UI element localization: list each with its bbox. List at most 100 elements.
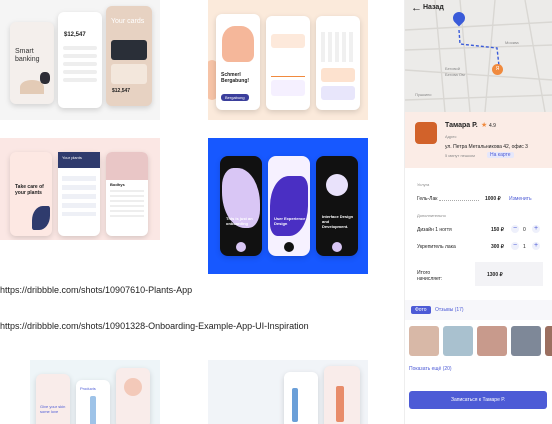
calendar-event-2 [321, 86, 355, 100]
book-button[interactable]: Записаться к Тамаре Р. [409, 391, 547, 409]
onboarding-art-2 [270, 176, 308, 236]
credit-card-light [111, 64, 147, 84]
decor-shape [40, 72, 50, 84]
phone-onboarding: Schmerl Bergabung! Bergabung [216, 14, 260, 110]
booking-panel: ← Назад Я Беговой Бегова Ом Москва Пушки… [404, 0, 552, 424]
address-text: ул. Петра Метальникова 42, офис 3 [445, 144, 528, 150]
link-onboarding-app[interactable]: https://dribbble.com/shots/10901328-Onbo… [0, 321, 309, 331]
service-section-label: Услуга [417, 182, 430, 187]
stats-chart [271, 56, 305, 77]
tab-photo[interactable]: Фото [411, 306, 431, 314]
photo-3[interactable] [477, 326, 507, 356]
phone-calendar [316, 16, 360, 110]
photo-2[interactable] [443, 326, 473, 356]
onboarding-next-3 [332, 242, 342, 252]
map-label-2: Бегова Ом [445, 72, 465, 77]
photo-4[interactable] [511, 326, 541, 356]
illustration-people [222, 26, 254, 62]
phone-your-cards: Your cards $12,547 [106, 6, 152, 106]
total-value: 1300 ₽ [487, 272, 503, 278]
phone-onboarding-2: User Experience Design [268, 156, 310, 256]
extras-section-label: Дополнительно [417, 213, 446, 218]
phone-smart-banking: Smart banking [10, 22, 54, 104]
tab-reviews[interactable]: Отзывы (17) [435, 307, 464, 313]
extra-plus-2[interactable]: + [532, 242, 540, 250]
shot-bergabung[interactable]: Schmerl Bergabung! Bergabung [208, 0, 368, 120]
phone-products-2 [324, 366, 360, 424]
extra-minus-1[interactable]: − [511, 225, 519, 233]
service-dots [439, 200, 479, 201]
onboarding-text-1: This is just an onboarding [226, 216, 253, 226]
plant-photo [106, 152, 148, 180]
products-heading: Products [80, 386, 96, 391]
map-area[interactable]: ← Назад Я Беговой Бегова Ом Москва Пушки… [405, 0, 552, 112]
map-label-1: Беговой [445, 66, 460, 71]
phone-plant-detail: Bodhys [106, 152, 148, 236]
avatar[interactable] [415, 122, 437, 144]
shot-smart-banking[interactable]: Smart banking $12,547 Your cards $12,547 [0, 0, 160, 120]
shot-plants[interactable]: Take care of your plants Your plants Bod… [0, 138, 160, 240]
walk-time: 5 минут пешком [445, 153, 475, 158]
smart-banking-title: Smart banking [15, 48, 40, 63]
photo-5[interactable] [545, 326, 552, 356]
master-info: Тамара Р. ★ 4.9 Адрес ул. Петра Метальни… [405, 112, 552, 168]
extra-plus-1[interactable]: + [532, 225, 540, 233]
your-cards-title: Your cards [111, 18, 145, 25]
photo-1[interactable] [409, 326, 439, 356]
address-label: Адрес [445, 134, 457, 139]
shot-products[interactable] [208, 360, 368, 424]
plant-list [62, 176, 96, 216]
phone-stats [266, 16, 310, 110]
extra-minus-2[interactable]: − [511, 242, 519, 250]
cards-balance-value: $12,547 [112, 88, 131, 94]
skincare-heading: Give your skin some love [40, 404, 66, 414]
plant-detail-text [110, 190, 144, 220]
extra-qty-2: 1 [523, 244, 526, 250]
phone-skincare-3 [116, 368, 150, 424]
back-arrow-icon[interactable]: ← [411, 2, 422, 14]
service-price: 1000 ₽ [485, 196, 501, 202]
phone-your-plants: Your plants [58, 152, 100, 236]
extra-price-1: 150 ₽ [491, 227, 504, 233]
phone-plants-intro: Take care of your plants [10, 152, 52, 236]
your-plants-tab: Your plants [58, 152, 100, 168]
service-name: Гель-Лак [417, 196, 438, 202]
total-box [475, 262, 543, 286]
calendar-event [321, 68, 355, 82]
shot-onboarding[interactable]: This is just an onboarding User Experien… [208, 138, 368, 274]
onboarding-next-1 [236, 242, 246, 252]
stats-card [271, 80, 305, 96]
extra-name-2: Укрепитель лака [417, 244, 456, 250]
rating-value: 4.9 [489, 123, 496, 129]
map-link[interactable]: На карте [487, 152, 514, 158]
stats-row [271, 34, 305, 48]
credit-card-dark [111, 40, 147, 60]
destination-marker: Я [492, 64, 503, 75]
calendar-grid [321, 32, 355, 62]
shot-skincare[interactable]: Give your skin some love Products [30, 360, 160, 424]
extra-qty-1: 0 [523, 227, 526, 233]
map-label-4: Пушкино [415, 92, 432, 97]
product-bottle-2 [336, 386, 344, 422]
phone-onboarding-1: This is just an onboarding [220, 156, 262, 256]
product-bottle-1 [292, 388, 298, 422]
phone-products-1 [284, 372, 318, 424]
star-icon: ★ [481, 122, 488, 129]
phone-skincare-1: Give your skin some love [36, 374, 70, 424]
balance-list [63, 46, 97, 86]
map-label-3: Москва [505, 40, 519, 45]
master-name[interactable]: Тамара Р. [445, 122, 478, 129]
show-more-link[interactable]: Показать ещё (20) [409, 366, 452, 372]
back-label[interactable]: Назад [423, 4, 444, 11]
balance-value: $12,547 [64, 32, 86, 38]
bergabung-heading: Schmerl Bergabung! [221, 72, 250, 84]
onboarding-text-2: User Experience Design [274, 216, 306, 226]
decor-circle [124, 378, 142, 396]
change-service-link[interactable]: Изменить [509, 196, 532, 202]
bergabung-button: Bergabung [221, 94, 249, 101]
plant-leaves [32, 206, 50, 230]
onboarding-next-2 [284, 242, 294, 252]
link-plants-app[interactable]: https://dribbble.com/shots/10907610-Plan… [0, 285, 192, 295]
product-bottle [90, 396, 96, 424]
phone-onboarding-3: Interface Design and Development. [316, 156, 358, 256]
